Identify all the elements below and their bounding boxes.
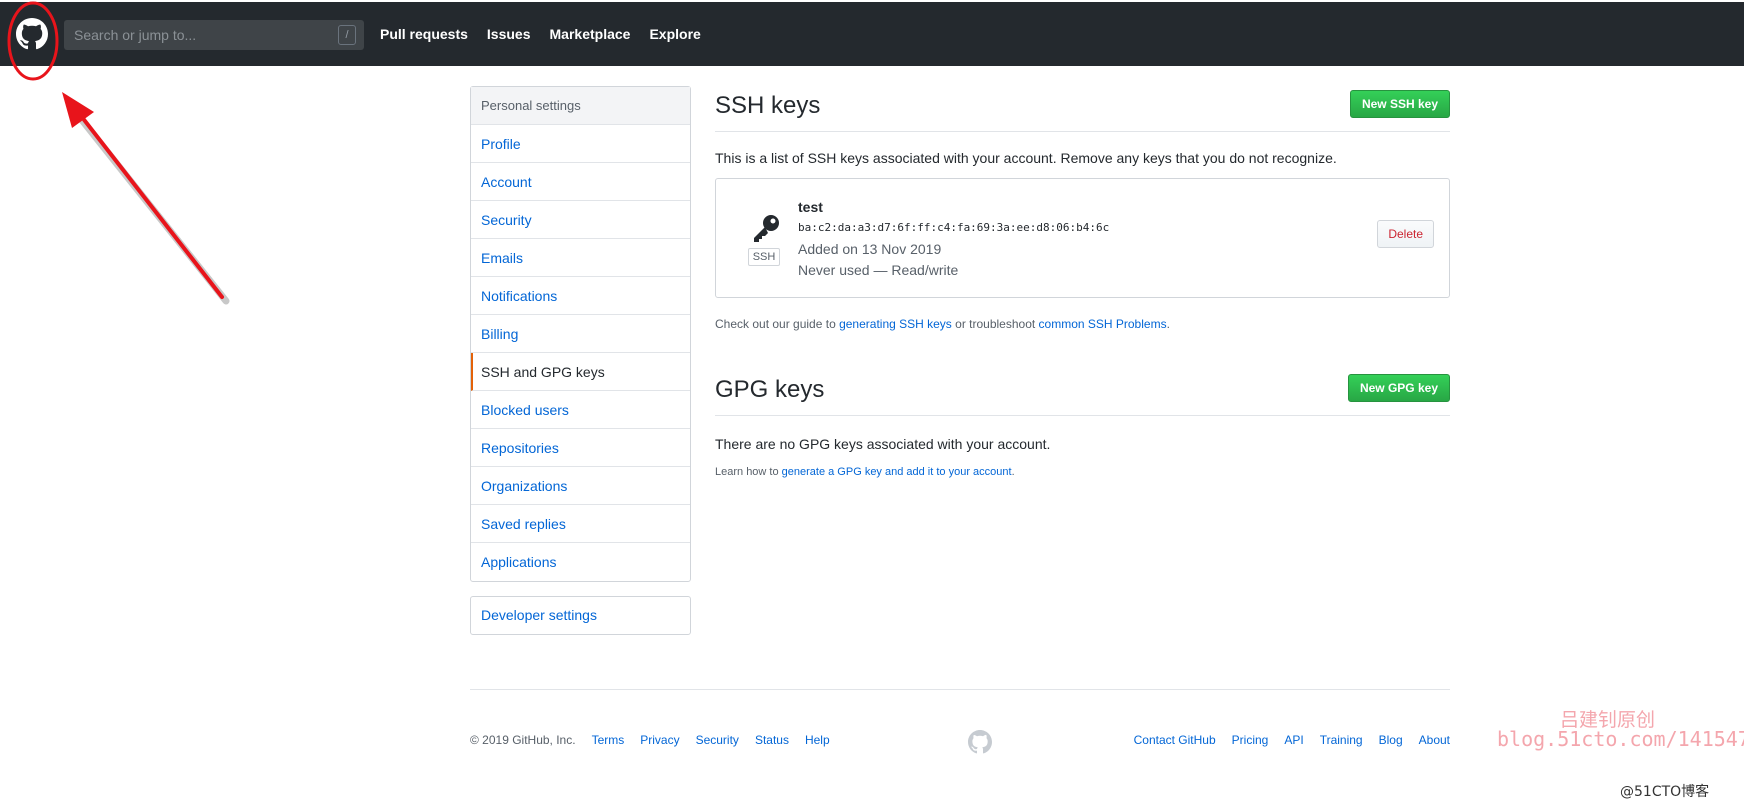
sidebar-header: Personal settings [471,87,690,125]
generate-gpg-key-link[interactable]: generate a GPG key and add it to your ac… [782,466,1012,478]
sidebar-item-billing[interactable]: Billing [471,315,690,353]
footer-link-pricing[interactable]: Pricing [1232,733,1269,747]
footer-link-security[interactable]: Security [696,733,739,747]
footer-link-privacy[interactable]: Privacy [640,733,679,747]
sidebar-item-ssh-gpg-keys[interactable]: SSH and GPG keys [471,353,690,391]
ssh-help-text: Check out our guide to generating SSH ke… [715,317,1170,331]
sidebar-item-repositories[interactable]: Repositories [471,429,690,467]
ssh-help-mid: or troubleshoot [951,317,1039,331]
watermark-site: @51CTO博客 [1620,784,1710,800]
nav-explore[interactable]: Explore [649,26,700,42]
page-footer: © 2019 GitHub, Inc. Terms Privacy Securi… [470,689,1450,760]
sidebar-item-profile[interactable]: Profile [471,125,690,163]
gpg-help-text: Learn how to generate a GPG key and add … [715,466,1015,478]
footer-link-api[interactable]: API [1284,733,1303,747]
footer-link-contact[interactable]: Contact GitHub [1134,733,1216,747]
new-gpg-key-button[interactable]: New GPG key [1347,374,1450,402]
footer-link-status[interactable]: Status [755,733,789,747]
top-header: / Pull requests Issues Marketplace Explo… [0,2,1744,66]
settings-sidebar: Personal settings Profile Account Securi… [470,86,691,582]
gpg-help-suffix: . [1011,466,1015,478]
generating-ssh-keys-link[interactable]: generating SSH keys [839,317,952,331]
sidebar-item-security[interactable]: Security [471,201,690,239]
main-content: SSH keys New SSH key This is a list of S… [715,86,1450,478]
github-logo-icon[interactable] [16,18,48,50]
gpg-help-prefix: Learn how to [715,466,782,478]
sidebar-item-account[interactable]: Account [471,163,690,201]
sidebar-item-emails[interactable]: Emails [471,239,690,277]
footer-left: © 2019 GitHub, Inc. Terms Privacy Securi… [470,733,846,747]
search-box[interactable]: / [64,20,364,50]
ssh-description: This is a list of SSH keys associated wi… [715,150,1337,166]
key-title: test [798,199,823,215]
ssh-section-header: SSH keys New SSH key [715,86,1450,132]
gpg-title: GPG keys [715,376,825,403]
ssh-key-item: SSH test ba:c2:da:a3:d7:6f:ff:c4:fa:69:3… [715,178,1450,298]
ssh-help-prefix: Check out our guide to [715,317,840,331]
annotation-arrow-shadow [66,101,230,305]
sidebar-item-notifications[interactable]: Notifications [471,277,690,315]
key-icon [750,213,782,245]
nav-marketplace[interactable]: Marketplace [550,26,631,42]
delete-key-button[interactable]: Delete [1377,220,1434,248]
key-added-date: Added on 13 Nov 2019 [798,241,942,257]
ssh-title: SSH keys [715,92,821,119]
footer-link-help[interactable]: Help [805,733,830,747]
annotation-arrow-head [62,92,94,128]
ssh-help-suffix: . [1166,317,1170,331]
footer-right: Contact GitHub Pricing API Training Blog… [1118,733,1450,747]
search-input[interactable] [72,26,338,44]
nav-pull-requests[interactable]: Pull requests [380,26,468,42]
ssh-badge: SSH [748,248,780,266]
annotation-arrow-line [76,110,224,299]
gpg-section-header: GPG keys New GPG key [715,370,1450,416]
gpg-empty-text: There are no GPG keys associated with yo… [715,436,1051,452]
nav-issues[interactable]: Issues [487,26,531,42]
footer-github-mark-icon[interactable] [968,730,992,754]
footer-copyright: © 2019 GitHub, Inc. [470,733,576,747]
sidebar-item-developer-settings[interactable]: Developer settings [471,597,690,634]
search-shortcut-key: / [338,25,356,45]
sidebar-item-blocked-users[interactable]: Blocked users [471,391,690,429]
new-ssh-key-button[interactable]: New SSH key [1349,90,1450,118]
footer-link-about[interactable]: About [1419,733,1450,747]
watermark-url: blog.51cto.com/14154700 [1497,727,1744,751]
key-usage: Never used — Read/write [798,262,959,278]
sidebar-item-applications[interactable]: Applications [471,543,690,581]
footer-link-blog[interactable]: Blog [1379,733,1403,747]
sidebar-item-saved-replies[interactable]: Saved replies [471,505,690,543]
footer-link-terms[interactable]: Terms [592,733,625,747]
developer-settings-box: Developer settings [470,596,691,635]
footer-link-training[interactable]: Training [1320,733,1363,747]
key-fingerprint: ba:c2:da:a3:d7:6f:ff:c4:fa:69:3a:ee:d8:0… [798,221,1110,234]
sidebar-item-organizations[interactable]: Organizations [471,467,690,505]
common-ssh-problems-link[interactable]: common SSH Problems [1039,317,1167,331]
header-nav: Pull requests Issues Marketplace Explore [380,2,720,66]
